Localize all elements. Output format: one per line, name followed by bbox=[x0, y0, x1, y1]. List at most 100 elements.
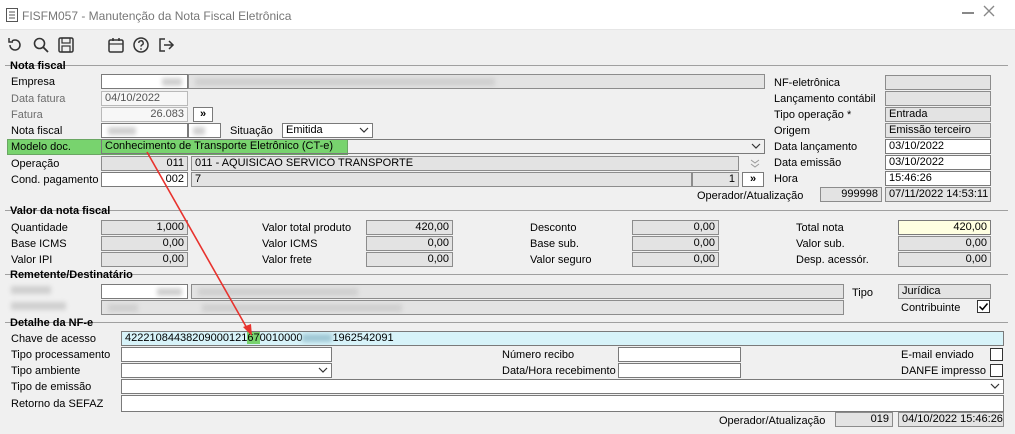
valor-section-line bbox=[5, 210, 1008, 211]
valor-icms-label: Valor ICMS bbox=[262, 238, 318, 250]
empresa-code-field[interactable] bbox=[101, 74, 188, 89]
operacao-chevron-down-icon[interactable] bbox=[749, 157, 761, 170]
remetente-redacted-label-2 bbox=[11, 302, 66, 310]
tipo-ambiente-select[interactable] bbox=[121, 363, 332, 378]
email-enviado-checkbox[interactable] bbox=[990, 348, 1003, 361]
tipo-emissao-select[interactable] bbox=[121, 379, 1004, 394]
fatura-field[interactable]: 26.083 bbox=[101, 107, 188, 122]
base-icms-label: Base ICMS bbox=[11, 238, 67, 250]
quantidade-label: Quantidade bbox=[11, 222, 68, 234]
base-icms-field: 0,00 bbox=[101, 236, 188, 251]
cond-pagamento-code-field[interactable]: 002 bbox=[101, 172, 188, 187]
detalhe-operador-code-field: 019 bbox=[835, 412, 893, 427]
retorno-sefaz-label: Retorno da SEFAZ bbox=[11, 398, 104, 410]
close-icon[interactable] bbox=[983, 5, 995, 17]
exit-icon[interactable] bbox=[156, 35, 176, 55]
chave-part1: 42221084438209000121 bbox=[125, 332, 248, 344]
cond-pagamento-desc-field: 7 bbox=[191, 172, 692, 187]
tipo-ambiente-chevron-down-icon[interactable] bbox=[317, 364, 329, 377]
tipo-processamento-label: Tipo processamento bbox=[11, 349, 111, 361]
tipo-operacao-label: Tipo operação * bbox=[774, 109, 852, 121]
origem-label: Origem bbox=[774, 125, 811, 137]
nota-fiscal-number-field[interactable] bbox=[101, 123, 188, 138]
chave-part2: 0010000 bbox=[259, 332, 303, 344]
empresa-name-field bbox=[188, 74, 765, 89]
valor-frete-label: Valor frete bbox=[262, 254, 312, 266]
lancamento-contabil-label: Lançamento contábil bbox=[774, 93, 876, 105]
valor-seguro-label: Valor seguro bbox=[530, 254, 592, 266]
nf-eletronica-field bbox=[885, 75, 991, 90]
document-icon bbox=[6, 8, 18, 22]
remetente-name-field bbox=[191, 284, 844, 299]
data-recebimento-label: Data/Hora recebimento bbox=[502, 365, 616, 377]
valor-icms-field: 0,00 bbox=[366, 236, 453, 251]
origem-field: Emissão terceiro bbox=[885, 123, 991, 138]
hora-label: Hora bbox=[774, 173, 798, 185]
operador-datetime-field: 07/11/2022 14:53:11 bbox=[885, 187, 991, 202]
contribuinte-checkbox[interactable] bbox=[977, 300, 990, 313]
detalhe-section-title: Detalhe da NF-e bbox=[10, 317, 94, 329]
operacao-desc-field: 011 - AQUISICAO SERVICO TRANSPORTE bbox=[191, 156, 739, 171]
hora-field[interactable]: 15:46:26 bbox=[885, 171, 991, 186]
tipo-ambiente-label: Tipo ambiente bbox=[11, 365, 81, 377]
numero-recibo-label: Número recibo bbox=[502, 349, 575, 361]
remetente-redacted-label bbox=[11, 286, 51, 294]
remetente-section-title: Remetente/Destinatário bbox=[10, 269, 133, 281]
valor-ipi-label: Valor IPI bbox=[11, 254, 53, 266]
fatura-nav-button[interactable]: » bbox=[193, 107, 213, 122]
desp-acessor-field: 0,00 bbox=[898, 252, 991, 267]
base-sub-label: Base sub. bbox=[530, 238, 579, 250]
cond-pagamento-count-field: 1 bbox=[692, 172, 739, 187]
operador-atualizacao-label: Operador/Atualização bbox=[697, 190, 804, 202]
save-icon[interactable] bbox=[56, 35, 76, 55]
data-recebimento-field[interactable] bbox=[618, 363, 741, 378]
danfe-impresso-label: DANFE impresso bbox=[901, 365, 986, 377]
toolbar bbox=[0, 30, 1015, 60]
remetente-code-field[interactable] bbox=[101, 284, 188, 299]
valor-section-title: Valor da nota fiscal bbox=[10, 205, 111, 217]
desconto-field: 0,00 bbox=[632, 220, 719, 235]
chave-acesso-field[interactable]: 42221084438209000121670010000 1962542091 bbox=[121, 331, 1004, 346]
chave-highlight: 67 bbox=[247, 332, 260, 344]
data-emissao-field[interactable]: 03/10/2022 bbox=[885, 155, 991, 170]
numero-recibo-field[interactable] bbox=[618, 347, 741, 362]
help-icon[interactable] bbox=[131, 35, 151, 55]
operacao-code-field: 011 bbox=[101, 156, 188, 171]
modelo-chevron-down-icon[interactable] bbox=[750, 140, 762, 153]
undo-icon[interactable] bbox=[5, 35, 25, 55]
situacao-chevron-down-icon[interactable] bbox=[358, 124, 370, 137]
nf-eletronica-label: NF-eletrônica bbox=[774, 77, 841, 89]
chave-redacted bbox=[302, 334, 333, 343]
data-lancamento-label: Data lançamento bbox=[774, 141, 858, 153]
desconto-label: Desconto bbox=[530, 222, 577, 234]
nota-fiscal-series-field[interactable] bbox=[188, 123, 221, 138]
fatura-label: Fatura bbox=[11, 109, 43, 121]
danfe-impresso-checkbox[interactable] bbox=[990, 364, 1003, 377]
operacao-label: Operação bbox=[11, 158, 60, 170]
tipo-emissao-chevron-down-icon[interactable] bbox=[989, 380, 1001, 393]
modelo-doc-select[interactable]: Conhecimento de Transporte Eletrônico (C… bbox=[101, 139, 765, 154]
minimize-icon[interactable] bbox=[962, 12, 974, 14]
nota-fiscal-label: Nota fiscal bbox=[11, 125, 63, 137]
data-lancamento-field[interactable]: 03/10/2022 bbox=[885, 139, 991, 154]
cond-pagamento-nav-button[interactable]: » bbox=[742, 172, 764, 187]
remetente-address-field bbox=[101, 300, 844, 315]
tipo-processamento-field[interactable] bbox=[121, 347, 332, 362]
search-icon[interactable] bbox=[31, 35, 51, 55]
detalhe-operador-label: Operador/Atualização bbox=[719, 415, 826, 427]
retorno-sefaz-field[interactable] bbox=[121, 395, 1004, 412]
desp-acessor-label: Desp. acessór. bbox=[796, 254, 869, 266]
email-enviado-label: E-mail enviado bbox=[901, 349, 974, 361]
cond-pagamento-label: Cond. pagamento bbox=[11, 174, 99, 186]
nota-fiscal-section-title: Nota fiscal bbox=[10, 60, 66, 72]
tipo-emissao-label: Tipo de emissão bbox=[11, 381, 92, 393]
remetente-section-line bbox=[5, 274, 1008, 275]
window-title: FISFM057 - Manutenção da Nota Fiscal Ele… bbox=[22, 9, 292, 23]
detalhe-section-line bbox=[5, 322, 1008, 323]
empresa-label: Empresa bbox=[11, 76, 56, 88]
calendar-icon[interactable] bbox=[106, 35, 126, 55]
detalhe-operador-datetime-field: 04/10/2022 15:46:26 bbox=[898, 412, 1004, 427]
total-nota-label: Total nota bbox=[796, 222, 844, 234]
quantidade-field: 1,000 bbox=[101, 220, 188, 235]
data-fatura-field[interactable]: 04/10/2022 bbox=[101, 91, 188, 106]
